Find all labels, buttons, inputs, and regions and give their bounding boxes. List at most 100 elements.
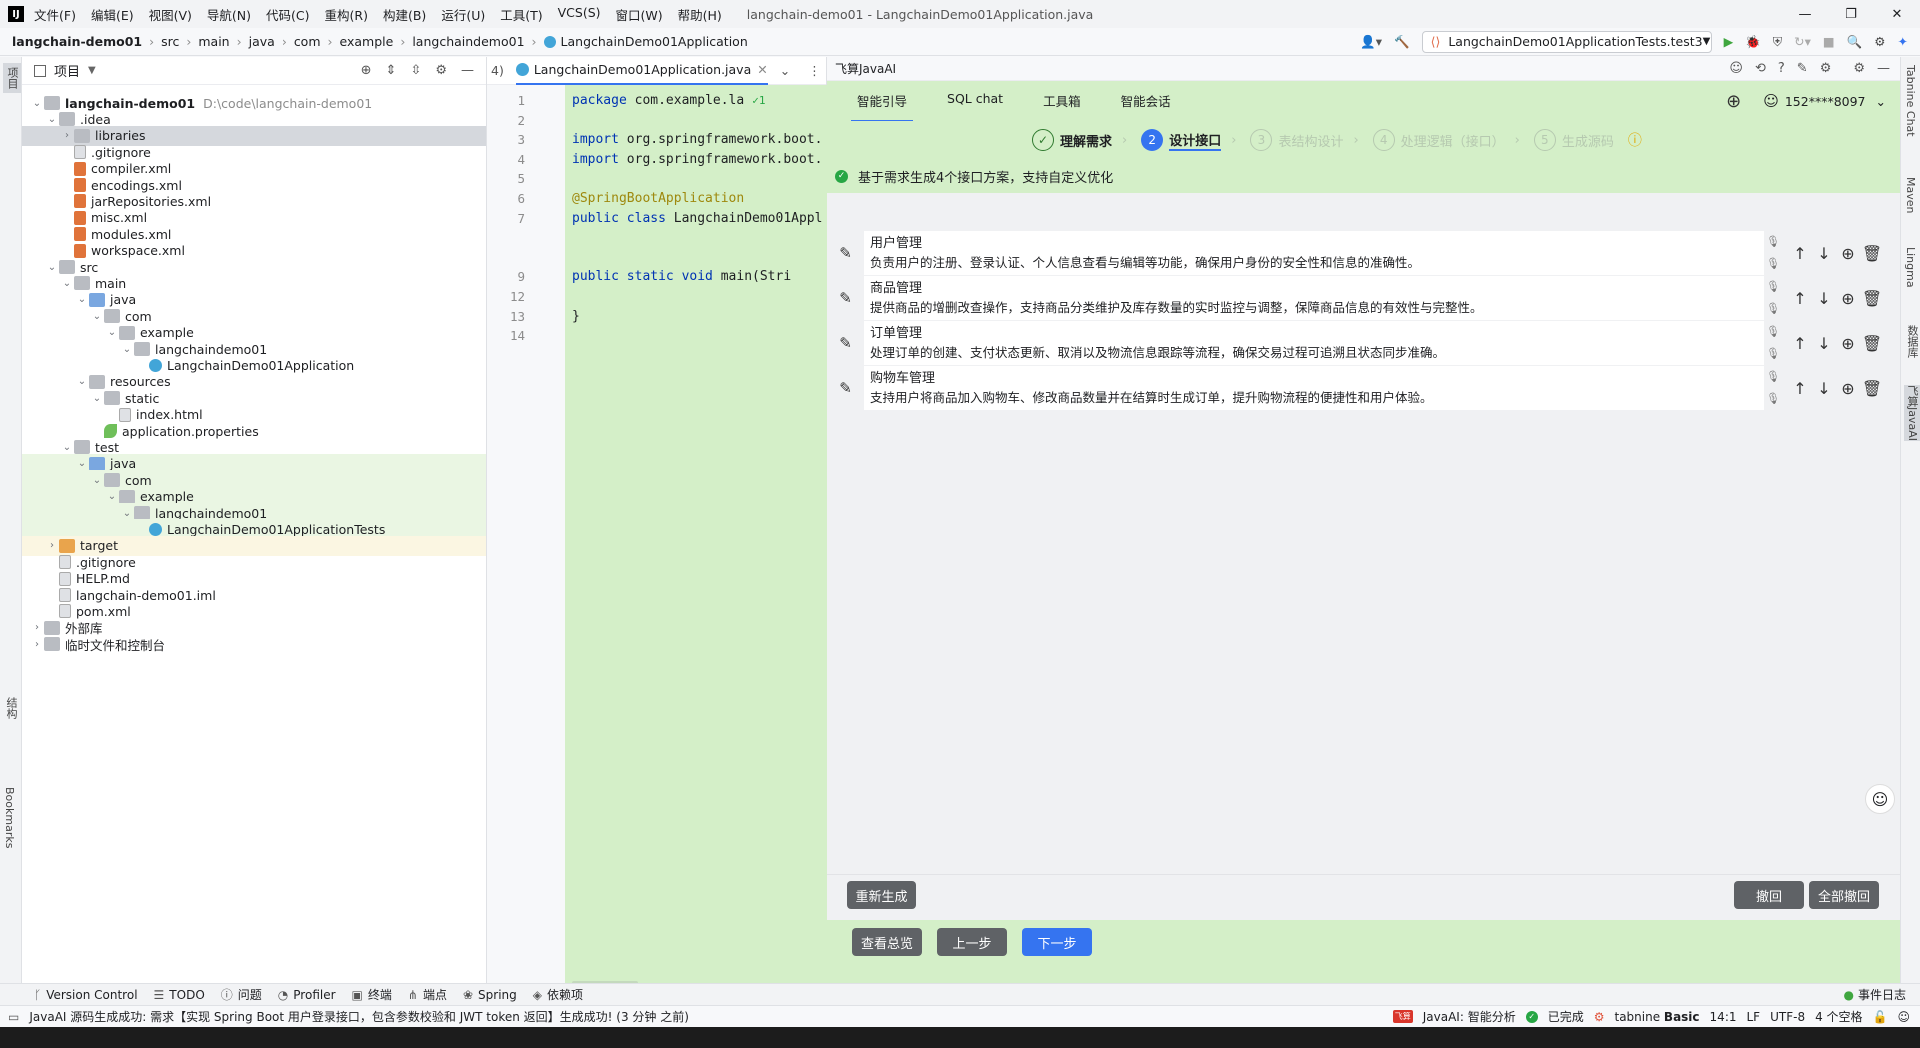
tree-item[interactable]: › 临时文件和控制台 <box>22 634 486 654</box>
jetbrains-ai-icon[interactable]: ✦ <box>1898 34 1908 49</box>
run-icon[interactable]: ▶ <box>1724 34 1734 49</box>
menu-item[interactable]: 编辑(E) <box>91 5 134 24</box>
edit-icon[interactable]: ✎ <box>827 289 864 307</box>
menu-item[interactable]: 运行(U) <box>441 5 485 24</box>
menu-item[interactable]: 视图(V) <box>149 5 192 24</box>
move-up-icon[interactable]: ↑ <box>1788 289 1812 308</box>
chevron-down-icon[interactable]: ⌄ <box>75 294 89 305</box>
breadcrumb-item[interactable]: com <box>294 34 321 49</box>
breadcrumb-item[interactable]: example <box>340 34 394 49</box>
more-tabs-icon[interactable]: ⋮ <box>808 63 821 78</box>
chevron-down-icon[interactable]: ⌄ <box>120 344 134 355</box>
lock-icon[interactable]: 🔓 <box>1873 1010 1888 1024</box>
add-icon[interactable]: ⊕ <box>1836 244 1860 263</box>
move-up-icon[interactable]: ↑ <box>1788 244 1812 263</box>
indent-setting[interactable]: 4 个空格 <box>1815 1008 1862 1025</box>
tool-window-lingma[interactable]: Lingma <box>1904 247 1917 288</box>
code-line[interactable]: @SpringBootApplication <box>572 191 744 206</box>
tabnine-status[interactable]: tabnine Basic <box>1614 1010 1699 1024</box>
file-encoding[interactable]: UTF-8 <box>1770 1010 1805 1024</box>
code-line[interactable]: public static void main(Stri <box>572 269 791 284</box>
code-line[interactable]: package com.example.la ✓1 <box>572 93 765 108</box>
ai-tab[interactable]: 智能会话 <box>1115 81 1177 122</box>
ai-tab[interactable]: SQL chat <box>941 81 1009 122</box>
chevron-right-icon[interactable]: › <box>30 622 44 633</box>
debug-icon[interactable]: 🐞 <box>1745 34 1761 50</box>
microphone-icon[interactable]: 🎙 <box>1766 388 1780 410</box>
interface-card-body[interactable]: 用户管理 负责用户的注册、登录认证、个人信息查看与编辑等功能，确保用户身份的安全性… <box>864 231 1764 275</box>
edit-icon[interactable]: ✎ <box>827 244 864 262</box>
delete-icon[interactable]: 🗑 <box>1860 289 1884 308</box>
tool-window-javaai[interactable]: 飞算JavaAI <box>1904 385 1920 442</box>
edit-icon[interactable]: ✎ <box>827 334 864 352</box>
breadcrumb-item[interactable]: java <box>249 34 275 49</box>
breadcrumb-item[interactable]: LangchainDemo01Application <box>561 34 748 49</box>
edit-icon[interactable]: ✎ <box>1797 61 1808 76</box>
breadcrumb-item[interactable]: langchaindemo01 <box>412 34 524 49</box>
plugin-settings-icon[interactable]: ⚙ <box>1820 61 1832 76</box>
line-separator[interactable]: LF <box>1747 1010 1761 1024</box>
move-up-icon[interactable]: ↑ <box>1788 379 1812 398</box>
chevron-down-icon[interactable]: ⌄ <box>75 376 89 387</box>
cursor-position[interactable]: 14:1 <box>1710 1010 1737 1024</box>
add-session-icon[interactable]: ⊕ <box>1726 91 1741 112</box>
interface-card-body[interactable]: 商品管理 提供商品的增删改查操作，支持商品分类维护及库存数量的实时监控与调整，保障… <box>864 276 1764 320</box>
assistant-icon[interactable]: ☺ <box>1729 61 1743 76</box>
user-account[interactable]: ☺ 152****8097 ⌄ <box>1763 92 1886 110</box>
code-line[interactable]: public class LangchainDemo01Appl <box>572 211 822 226</box>
move-down-icon[interactable]: ↓ <box>1812 334 1836 353</box>
wizard-step[interactable]: 3 表结构设计 › <box>1250 129 1359 151</box>
microphone-icon[interactable]: 🎙 <box>1766 253 1780 275</box>
history-icon[interactable]: ⟲ <box>1755 61 1766 76</box>
ai-tab[interactable]: 智能引导 <box>851 81 914 122</box>
vcs-user-icon[interactable]: 👤▾ <box>1360 34 1382 50</box>
edit-icon[interactable]: ✎ <box>827 379 864 397</box>
prev-step-button[interactable]: 上一步 <box>937 928 1007 956</box>
expand-all-icon[interactable]: ⇕ <box>386 63 397 78</box>
settings-gear-icon[interactable]: ⚙ <box>1874 34 1885 49</box>
add-icon[interactable]: ⊕ <box>1836 289 1860 308</box>
close-tab-icon[interactable]: ✕ <box>757 62 767 77</box>
menu-item[interactable]: 重构(R) <box>325 5 368 24</box>
tool-window-structure[interactable]: 结构 <box>3 697 19 719</box>
interface-card-body[interactable]: 订单管理 处理订单的创建、支付状态更新、取消以及物流信息跟踪等流程，确保交易过程可… <box>864 321 1764 365</box>
tool-window-button[interactable]: ⋔ 端点 <box>408 986 447 1003</box>
microphone-icon[interactable]: 🎙 <box>1766 321 1780 343</box>
menu-item[interactable]: 窗口(W) <box>616 5 663 24</box>
hide-panel-icon[interactable]: — <box>461 63 474 78</box>
delete-icon[interactable]: 🗑 <box>1860 244 1884 263</box>
menu-item[interactable]: 导航(N) <box>207 5 251 24</box>
microphone-icon[interactable]: 🎙 <box>1766 366 1780 388</box>
tool-window-button[interactable]: ᚴ Version Control <box>34 986 138 1003</box>
build-hammer-icon[interactable]: 🔨 <box>1394 34 1410 50</box>
code-line[interactable]: } <box>572 309 580 324</box>
chevron-right-icon[interactable]: › <box>60 130 74 141</box>
overview-button[interactable]: 查看总览 <box>852 928 922 956</box>
chevron-down-icon[interactable]: ▼ <box>88 65 96 76</box>
breadcrumb-item[interactable]: langchain-demo01 <box>12 34 142 49</box>
run-config-select[interactable]: ⟨⟩ LangchainDemo01ApplicationTests.test3… <box>1421 30 1712 53</box>
breadcrumb-item[interactable]: src <box>161 34 179 49</box>
code-line[interactable]: import org.springframework.boot. <box>572 132 822 147</box>
maximize-icon[interactable]: ❐ <box>1828 7 1874 22</box>
tool-window-tabnine[interactable]: Tabnine Chat <box>1904 65 1917 137</box>
editor-tab[interactable]: LangchainDemo01Application.java ✕ <box>515 57 768 85</box>
inspection-icon[interactable]: ☺ <box>1897 1010 1910 1024</box>
chevron-right-icon[interactable]: › <box>45 540 59 551</box>
chevron-down-icon[interactable]: ⌄ <box>30 98 44 109</box>
options-gear-icon[interactable]: ⚙ <box>435 63 447 78</box>
chevron-down-icon[interactable]: ⌄ <box>90 311 104 322</box>
move-down-icon[interactable]: ↓ <box>1812 289 1836 308</box>
tool-window-database[interactable]: 数据库 <box>1904 325 1920 358</box>
menu-item[interactable]: 帮助(H) <box>678 5 722 24</box>
code-line[interactable]: import org.springframework.boot. <box>572 152 822 167</box>
chevron-down-icon[interactable]: ⌄ <box>105 327 119 338</box>
status-panel-icon[interactable]: ▭ <box>8 1010 19 1024</box>
menu-item[interactable]: 工具(T) <box>500 5 542 24</box>
collapse-all-icon[interactable]: ⇳ <box>410 63 421 78</box>
chevron-down-icon[interactable]: ⌄ <box>60 442 74 453</box>
tool-window-project[interactable]: 项目 <box>3 63 21 93</box>
regenerate-button[interactable]: 重新生成 <box>847 881 916 909</box>
tab-list-chevron-icon[interactable]: ⌄ <box>780 63 790 78</box>
next-step-button[interactable]: 下一步 <box>1022 928 1092 956</box>
